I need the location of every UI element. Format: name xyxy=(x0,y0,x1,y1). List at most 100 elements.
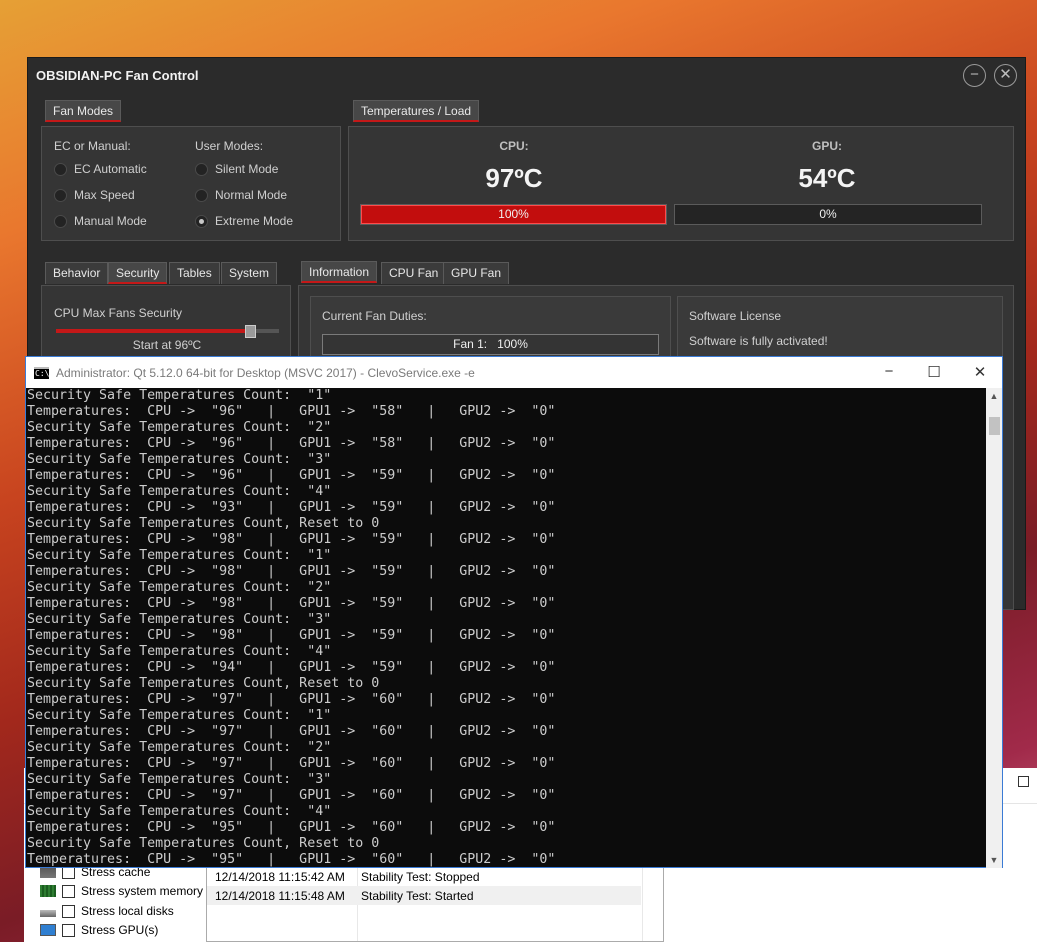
radio-manual-mode[interactable]: Manual Mode xyxy=(54,214,147,228)
table-row[interactable]: 12/14/2018 11:15:42 AM Stability Test: S… xyxy=(207,867,641,886)
close-icon: ✕ xyxy=(973,364,987,381)
tab-fan-modes[interactable]: Fan Modes xyxy=(45,100,122,122)
security-title: CPU Max Fans Security xyxy=(54,306,183,320)
tab-temperatures-load[interactable]: Temperatures / Load xyxy=(353,100,480,122)
console-line: Temperatures: CPU -> "95" | GPU1 -> "60"… xyxy=(27,820,556,835)
console-line: Temperatures: CPU -> "93" | GPU1 -> "59"… xyxy=(27,500,556,515)
console-line: Security Safe Temperatures Count: "3" xyxy=(27,452,332,467)
console-line: Security Safe Temperatures Count: "1" xyxy=(27,388,332,403)
tab-information[interactable]: Information xyxy=(301,261,378,283)
console-line: Temperatures: CPU -> "97" | GPU1 -> "60"… xyxy=(27,724,556,739)
scroll-thumb[interactable] xyxy=(989,417,1000,435)
fan-duties-title: Current Fan Duties: xyxy=(322,309,427,323)
console-scrollbar[interactable]: ▲ ▼ xyxy=(986,388,1002,868)
console-line: Security Safe Temperatures Count: "4" xyxy=(27,804,332,819)
console-window: C:\ Administrator: Qt 5.12.0 64-bit for … xyxy=(25,356,1003,868)
console-line: Security Safe Temperatures Count, Reset … xyxy=(27,676,380,691)
console-line: Temperatures: CPU -> "94" | GPU1 -> "59"… xyxy=(27,660,556,675)
cmd-icon: C:\ xyxy=(34,367,50,379)
stability-log-table: 12/14/2018 11:15:42 AM Stability Test: S… xyxy=(206,860,664,942)
minimize-button[interactable]: − xyxy=(963,64,986,87)
fan1-duty-bar: Fan 1: 100% xyxy=(322,334,659,355)
fan-modes-panel: EC or Manual: User Modes: EC Automatic M… xyxy=(41,126,341,241)
tab-system[interactable]: System xyxy=(221,262,278,284)
window-title: OBSIDIAN-PC Fan Control xyxy=(36,68,199,83)
security-start-label: Start at 96ºC xyxy=(132,338,202,352)
console-output[interactable]: Security Safe Temperatures Count: "1" Tem… xyxy=(27,388,987,868)
temperatures-panel: CPU: 97ºC 100% GPU: 54ºC 0% xyxy=(348,126,1014,241)
console-line: Security Safe Temperatures Count: "2" xyxy=(27,740,332,755)
stress-gpu-checkbox[interactable] xyxy=(62,923,75,937)
radio-dot xyxy=(54,214,67,228)
console-line: Security Safe Temperatures Count: "3" xyxy=(27,612,332,627)
radio-dot-selected xyxy=(195,214,208,228)
radio-dot xyxy=(54,188,67,202)
minimize-icon: − xyxy=(884,363,894,380)
console-line: Security Safe Temperatures Count: "2" xyxy=(27,420,332,435)
fan1-duty-text: Fan 1: 100% xyxy=(453,337,528,351)
radio-ec-automatic[interactable]: EC Automatic xyxy=(54,162,147,176)
radio-max-speed[interactable]: Max Speed xyxy=(54,188,135,202)
close-icon: ✕ xyxy=(999,66,1012,83)
console-line: Security Safe Temperatures Count, Reset … xyxy=(27,516,380,531)
gpu-temperature: 54ºC xyxy=(798,163,856,193)
console-maximize-button[interactable]: ☐ xyxy=(924,363,944,381)
console-line: Security Safe Temperatures Count: "2" xyxy=(27,580,332,595)
gpu-load-bar: 0% xyxy=(674,204,982,225)
stress-memory-option[interactable]: Stress system memory xyxy=(40,882,203,900)
security-slider-fill xyxy=(56,329,250,333)
console-line: Temperatures: CPU -> "97" | GPU1 -> "60"… xyxy=(27,756,556,771)
memory-icon xyxy=(40,885,56,897)
radio-normal-mode[interactable]: Normal Mode xyxy=(195,188,287,202)
tab-security[interactable]: Security xyxy=(108,262,168,284)
console-line: Temperatures: CPU -> "98" | GPU1 -> "59"… xyxy=(27,564,556,579)
console-line: Temperatures: CPU -> "98" | GPU1 -> "59"… xyxy=(27,596,556,611)
table-row[interactable]: 12/14/2018 11:15:48 AM Stability Test: S… xyxy=(207,886,641,905)
console-line: Temperatures: CPU -> "96" | GPU1 -> "59"… xyxy=(27,468,556,483)
license-title: Software License xyxy=(689,309,782,323)
radio-silent-mode[interactable]: Silent Mode xyxy=(195,162,278,176)
license-status: Software is fully activated! xyxy=(689,334,828,348)
security-panel: CPU Max Fans Security Start at 96ºC xyxy=(41,285,291,365)
radio-dot xyxy=(195,162,208,176)
console-minimize-button[interactable]: − xyxy=(879,363,899,380)
console-line: Security Safe Temperatures Count: "1" xyxy=(27,548,332,563)
radio-extreme-mode[interactable]: Extreme Mode xyxy=(195,214,293,228)
radio-dot xyxy=(54,162,67,176)
scroll-up-icon[interactable]: ▲ xyxy=(986,391,1002,401)
console-line: Temperatures: CPU -> "98" | GPU1 -> "59"… xyxy=(27,532,556,547)
maximize-icon: ☐ xyxy=(927,364,941,381)
radio-dot xyxy=(195,188,208,202)
maximize-button[interactable] xyxy=(1018,776,1029,787)
disk-icon xyxy=(40,909,56,917)
console-close-button[interactable]: ✕ xyxy=(970,363,990,381)
stress-disks-option[interactable]: Stress local disks xyxy=(40,902,174,920)
console-line: Security Safe Temperatures Count: "3" xyxy=(27,772,332,787)
tab-gpu-fan[interactable]: GPU Fan xyxy=(443,262,510,284)
stress-gpu-option[interactable]: Stress GPU(s) xyxy=(40,921,158,939)
cpu-label: CPU: xyxy=(499,139,529,153)
close-button[interactable]: ✕ xyxy=(994,64,1017,87)
stress-memory-checkbox[interactable] xyxy=(62,884,75,898)
console-line: Temperatures: CPU -> "96" | GPU1 -> "58"… xyxy=(27,436,556,451)
console-line: Temperatures: CPU -> "95" | GPU1 -> "60"… xyxy=(27,852,556,867)
gpu-label: GPU: xyxy=(812,139,842,153)
console-line: Temperatures: CPU -> "96" | GPU1 -> "58"… xyxy=(27,404,556,419)
monitor-icon xyxy=(40,924,56,936)
cpu-temperature: 97ºC xyxy=(485,163,543,193)
ec-manual-header: EC or Manual: xyxy=(54,139,131,153)
user-modes-header: User Modes: xyxy=(195,139,264,153)
tab-behavior[interactable]: Behavior xyxy=(45,262,109,284)
minimize-icon: − xyxy=(970,66,979,83)
tab-tables[interactable]: Tables xyxy=(169,262,220,284)
console-line: Security Safe Temperatures Count: "4" xyxy=(27,484,332,499)
console-line: Security Safe Temperatures Count: "1" xyxy=(27,708,332,723)
cpu-load-bar: 100% xyxy=(360,204,667,225)
console-line: Temperatures: CPU -> "97" | GPU1 -> "60"… xyxy=(27,692,556,707)
console-line: Security Safe Temperatures Count: "4" xyxy=(27,644,332,659)
scroll-down-icon[interactable]: ▼ xyxy=(986,855,1002,865)
console-line: Temperatures: CPU -> "97" | GPU1 -> "60"… xyxy=(27,788,556,803)
security-slider-handle[interactable] xyxy=(245,325,256,338)
tab-cpu-fan[interactable]: CPU Fan xyxy=(381,262,447,284)
stress-disks-checkbox[interactable] xyxy=(62,904,75,918)
